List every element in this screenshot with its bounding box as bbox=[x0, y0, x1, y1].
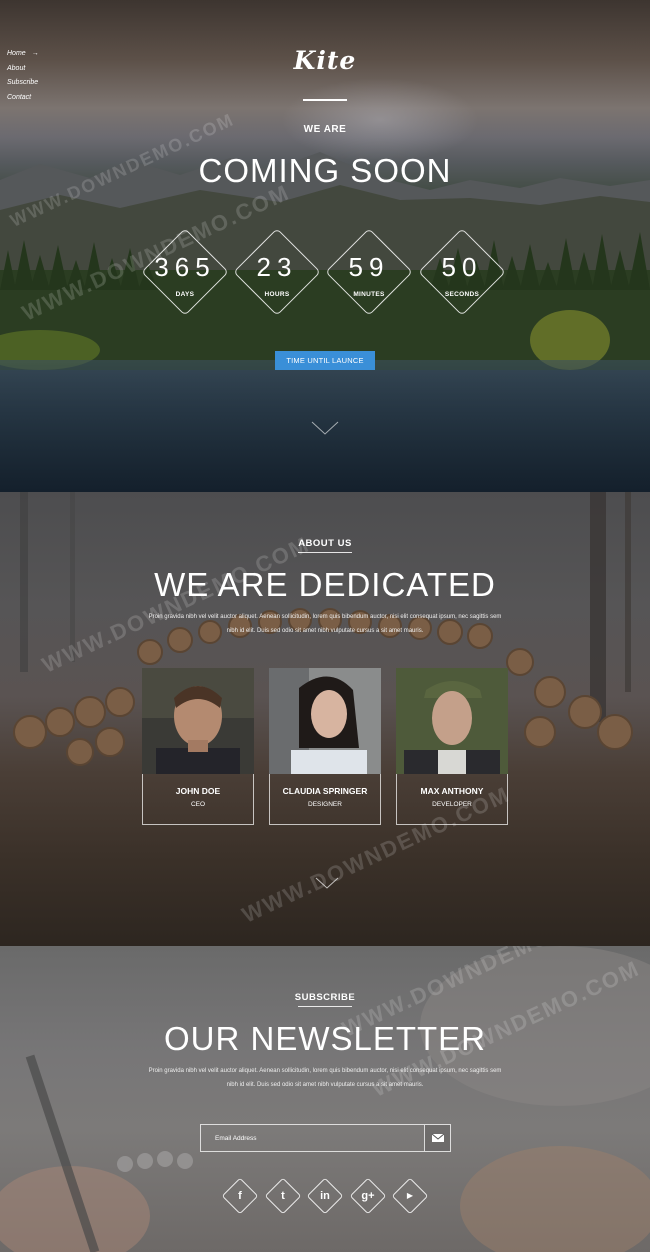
subscribe-text-line2: nibh id elit. Duis sed odio sit amet nib… bbox=[226, 1082, 424, 1088]
logo-divider bbox=[303, 99, 347, 101]
about-title: WE ARE DEDICATED bbox=[154, 566, 496, 603]
site-logo[interactable]: Kite bbox=[0, 46, 650, 75]
team-member-name: JOHN DOE bbox=[175, 786, 221, 796]
subscribe-label-divider bbox=[298, 1006, 352, 1007]
avatar bbox=[142, 668, 254, 774]
countdown-hours: 23 HOURS bbox=[229, 224, 325, 320]
team-member-info: JOHN DOE CEO bbox=[142, 774, 254, 825]
time-until-launch-button[interactable]: TIME UNTIL LAUNCE bbox=[275, 351, 375, 370]
nav-item-contact[interactable]: Contact bbox=[7, 91, 39, 106]
countdown-value: 50 bbox=[441, 252, 483, 282]
chevron-down-icon[interactable] bbox=[310, 420, 340, 436]
countdown-label: MINUTES bbox=[353, 291, 385, 298]
twitter-icon: t bbox=[281, 1190, 285, 1202]
team-member-role: DESIGNER bbox=[308, 801, 342, 808]
about-text-line1: Proin gravida nibh vel velit auctor aliq… bbox=[148, 614, 502, 620]
linkedin-button[interactable]: in bbox=[305, 1176, 345, 1216]
avatar bbox=[396, 668, 508, 774]
email-input[interactable] bbox=[201, 1125, 425, 1151]
team-member-card[interactable]: CLAUDIA SPRINGER DESIGNER bbox=[269, 668, 381, 825]
team-member-name: CLAUDIA SPRINGER bbox=[282, 786, 368, 796]
avatar bbox=[269, 668, 381, 774]
countdown-minutes: 59 MINUTES bbox=[321, 224, 417, 320]
twitter-button[interactable]: t bbox=[263, 1176, 303, 1216]
nav-item-subscribe[interactable]: Subscribe bbox=[7, 76, 39, 91]
subscribe-section: SUBSCRIBE OUR NEWSLETTER Proin gravida n… bbox=[0, 946, 650, 1252]
subscribe-title: OUR NEWSLETTER bbox=[163, 1020, 487, 1057]
countdown-label: DAYS bbox=[175, 291, 195, 298]
linkedin-icon: in bbox=[320, 1190, 330, 1202]
facebook-button[interactable]: f bbox=[220, 1176, 260, 1216]
countdown-label: SECONDS bbox=[444, 291, 480, 298]
google-plus-icon: g+ bbox=[361, 1190, 375, 1202]
team-member-info: CLAUDIA SPRINGER DESIGNER bbox=[269, 774, 381, 825]
envelope-icon bbox=[431, 1133, 445, 1142]
about-label: ABOUT US bbox=[298, 538, 352, 549]
about-section: ABOUT US WE ARE DEDICATED Proin gravida … bbox=[0, 492, 650, 946]
subscribe-submit-button[interactable] bbox=[424, 1125, 450, 1151]
about-text-line2: nibh id elit. Duis sed odio sit amet nib… bbox=[226, 628, 424, 634]
newsletter-form bbox=[200, 1124, 451, 1152]
team-member-role: CEO bbox=[190, 801, 206, 808]
countdown-value: 23 bbox=[256, 252, 298, 282]
hero-subtitle: WE ARE bbox=[303, 124, 347, 135]
social-links: f t in g+ ▶ bbox=[0, 1176, 650, 1216]
facebook-icon: f bbox=[238, 1190, 242, 1202]
countdown-seconds: 50 SECONDS bbox=[414, 224, 510, 320]
countdown-label: HOURS bbox=[264, 291, 290, 298]
countdown-value: 59 bbox=[348, 252, 390, 282]
team-member-card[interactable]: JOHN DOE CEO bbox=[142, 668, 254, 825]
google-plus-button[interactable]: g+ bbox=[348, 1176, 388, 1216]
youtube-button[interactable]: ▶ bbox=[390, 1176, 430, 1216]
youtube-icon: ▶ bbox=[406, 1191, 414, 1200]
hero-section: Home → About Subscribe Contact Kite WE AR… bbox=[0, 0, 650, 492]
